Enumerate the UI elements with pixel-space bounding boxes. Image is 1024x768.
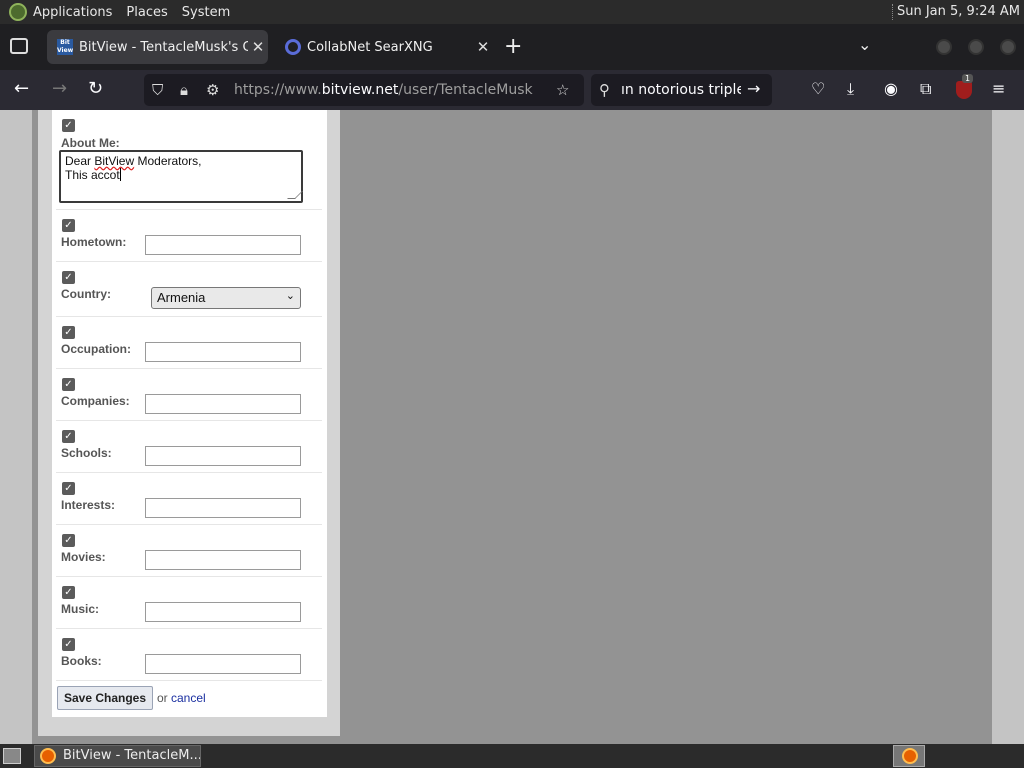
taskbar-window-button[interactable]: BitView - TentacleM... [34,745,201,767]
extensions-icon[interactable]: ⧉ [920,79,931,99]
system-menu[interactable]: System [182,5,230,20]
schools-label: Schools: [61,446,112,460]
about-me-visible-checkbox[interactable]: ✓ [62,119,75,132]
music-input[interactable] [145,602,301,622]
panel-separator [892,4,894,20]
top-panel: Applications Places System Sun Jan 5, 9:… [0,0,1024,24]
firefox-icon [40,748,56,764]
row-divider [56,472,322,473]
close-tab-icon[interactable]: ✕ [248,38,268,56]
bitview-favicon-icon: Bit View [57,39,74,55]
row-divider [56,576,322,577]
row-divider [56,316,322,317]
forward-arrow-icon[interactable]: → [52,78,67,99]
row-divider [56,628,322,629]
minimize-button[interactable] [936,39,952,55]
occupation-input[interactable] [145,342,301,362]
page-side-strip-right [992,110,1024,744]
tab-searxng[interactable]: CollabNet SearXNG ✕ [275,30,493,64]
movies-visible-checkbox[interactable]: ✓ [62,534,75,547]
country-label: Country: [61,287,111,301]
companies-visible-checkbox[interactable]: ✓ [62,378,75,391]
row-divider [56,524,322,525]
close-tab-icon[interactable]: ✕ [473,38,493,56]
save-changes-button[interactable]: Save Changes [57,686,153,710]
pocket-icon[interactable]: ♡ [811,79,825,98]
url-text[interactable]: https://www.bitview.net/user/TentacleMus… [234,82,533,98]
search-input[interactable]: ın notorious triple k [621,82,741,98]
resize-grip-icon[interactable] [287,191,303,199]
tab-title: BitView - TentacleMusk's Cl [79,39,248,55]
page-viewport: ✓ About Me: Dear BitView Moderators, Thi… [0,110,1024,744]
permissions-icon[interactable]: ⚙ [206,81,219,99]
search-icon: ⚲ [599,81,610,99]
ublock-badge: 1 [962,74,974,83]
new-tab-icon[interactable]: + [504,34,522,59]
search-go-arrow-icon[interactable]: → [747,79,760,98]
hometown-label: Hometown: [61,235,127,249]
country-visible-checkbox[interactable]: ✓ [62,271,75,284]
places-menu[interactable]: Places [126,5,167,20]
music-label: Music: [61,602,100,616]
about-me-label: About Me: [61,136,120,150]
reload-icon[interactable]: ↻ [88,78,103,99]
books-visible-checkbox[interactable]: ✓ [62,638,75,651]
interests-visible-checkbox[interactable]: ✓ [62,482,75,495]
shield-icon[interactable]: ⛉ [152,81,163,99]
clock[interactable]: Sun Jan 5, 9:24 AM [897,4,1020,19]
row-divider [56,209,322,210]
country-select[interactable]: Armenia ⌄ [151,287,301,309]
downloads-icon[interactable]: ⤓ [847,79,854,99]
occupation-label: Occupation: [61,342,132,356]
lock-icon[interactable]: 🔒︎ [180,81,188,99]
row-divider [56,680,322,681]
url-bar[interactable]: ⛉ 🔒︎ ⚙ https://www.bitview.net/user/Tent… [144,74,584,106]
schools-visible-checkbox[interactable]: ✓ [62,430,75,443]
distro-logo-icon[interactable] [9,3,27,21]
text-caret [119,168,121,181]
nav-toolbar: ← → ↻ ⛉ 🔒︎ ⚙ https://www.bitview.net/use… [0,70,1024,110]
schools-input[interactable] [145,446,301,466]
back-arrow-icon[interactable]: ← [14,78,29,99]
chevron-down-icon: ⌄ [285,290,295,302]
tab-bitview[interactable]: Bit View BitView - TentacleMusk's Cl ✕ [47,30,268,64]
row-divider [56,368,322,369]
about-me-textarea[interactable]: Dear BitView Moderators, This accot [59,150,303,203]
books-label: Books: [61,654,102,668]
workspace-switcher[interactable] [893,745,925,767]
bookmark-star-icon[interactable]: ☆ [556,81,569,99]
movies-input[interactable] [145,550,301,570]
or-text: or [157,691,168,705]
books-input[interactable] [145,654,301,674]
applications-menu[interactable]: Applications [33,5,112,20]
show-desktop-icon[interactable] [3,748,21,764]
account-icon[interactable]: ◉ [884,79,898,98]
interests-label: Interests: [61,498,116,512]
tab-title: CollabNet SearXNG [307,39,433,55]
search-bar[interactable]: ⚲ ın notorious triple k → [591,74,772,106]
hamburger-menu-icon[interactable]: ≡ [992,79,1005,98]
bottom-taskbar: BitView - TentacleM... [0,744,1024,768]
interests-input[interactable] [145,498,301,518]
companies-input[interactable] [145,394,301,414]
profile-edit-form: ✓ About Me: Dear BitView Moderators, Thi… [52,110,327,717]
movies-label: Movies: [61,550,106,564]
ublock-origin-icon[interactable]: 1 [956,74,974,99]
page-side-strip-left [0,110,32,744]
maximize-button[interactable] [968,39,984,55]
row-divider [56,420,322,421]
tab-strip: Bit View BitView - TentacleMusk's Cl ✕ C… [0,24,1024,70]
occupation-visible-checkbox[interactable]: ✓ [62,326,75,339]
cancel-link[interactable]: cancel [171,691,206,705]
chevron-down-icon[interactable]: ⌄ [858,35,871,54]
hometown-input[interactable] [145,235,301,255]
searxng-favicon-icon [285,39,301,55]
companies-label: Companies: [61,394,130,408]
close-window-button[interactable] [1000,39,1016,55]
firefox-icon [902,748,918,764]
music-visible-checkbox[interactable]: ✓ [62,586,75,599]
list-all-tabs-icon[interactable] [10,38,28,54]
row-divider [56,261,322,262]
hometown-visible-checkbox[interactable]: ✓ [62,219,75,232]
